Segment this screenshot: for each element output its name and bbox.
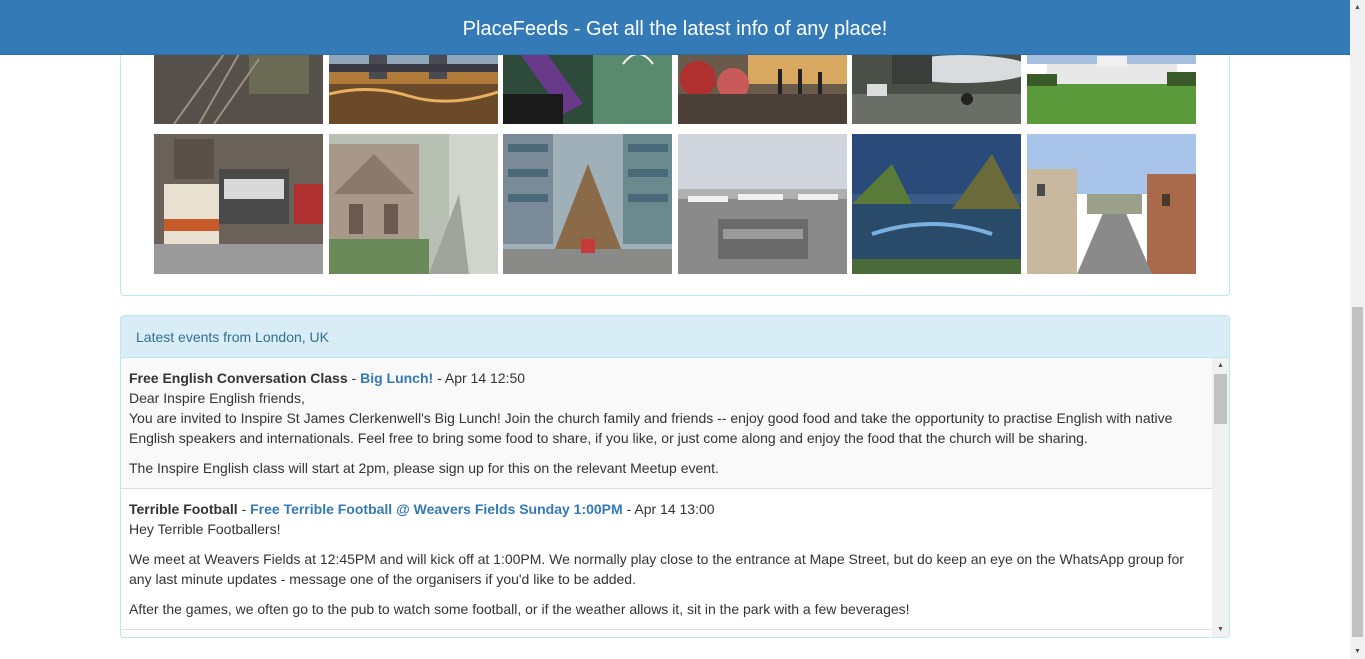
- photo-pond-trees[interactable]: [852, 134, 1021, 274]
- event-item: Free English Conversation Class - Big Lu…: [121, 358, 1213, 489]
- events-list: Free English Conversation Class - Big Lu…: [121, 358, 1213, 637]
- event-text: Dear Inspire English friends,: [129, 390, 305, 406]
- photo-boat-shelter[interactable]: [503, 134, 672, 274]
- event-time: Apr 14 13:00: [634, 501, 715, 517]
- scroll-up-arrow-icon[interactable]: ▲: [1212, 358, 1229, 374]
- app-header: PlaceFeeds - Get all the latest info of …: [0, 0, 1350, 55]
- events-heading: Latest events from London, UK: [121, 316, 1229, 358]
- app-title: PlaceFeeds - Get all the latest info of …: [462, 18, 888, 40]
- event-link[interactable]: Big Lunch!: [360, 370, 433, 386]
- separator: -: [347, 370, 361, 386]
- event-group-name: Terrible Football: [129, 501, 238, 517]
- page-scroll-up-icon[interactable]: ▲: [1350, 0, 1365, 15]
- photo-panel: [120, 0, 1230, 296]
- event-header: Free English Conversation Class - Big Lu…: [129, 368, 1205, 388]
- event-text: Hey Terrible Footballers!: [129, 521, 281, 537]
- scroll-down-arrow-icon[interactable]: ▼: [1212, 622, 1229, 637]
- page-scroll-thumb[interactable]: [1352, 307, 1363, 637]
- events-scroll-thumb[interactable]: [1214, 374, 1227, 424]
- separator: -: [237, 501, 251, 517]
- event-group-name: Free English Conversation Class: [129, 370, 348, 386]
- separator: -: [433, 370, 445, 386]
- event-time: Apr 14 12:50: [444, 370, 526, 386]
- photo-airport-view[interactable]: [678, 134, 847, 274]
- event-link[interactable]: Free Terrible Football @ Weavers Fields …: [250, 501, 623, 517]
- events-scrollbar[interactable]: ▲ ▼: [1212, 358, 1229, 637]
- page-scrollbar[interactable]: ▲ ▼: [1350, 0, 1365, 659]
- event-text: We meet at Weavers Fields at 12:45PM and…: [129, 551, 1184, 587]
- event-text: You are invited to Inspire St James Cler…: [129, 410, 1173, 446]
- page-scroll-down-icon[interactable]: ▼: [1350, 644, 1365, 659]
- photo-model-buses[interactable]: [154, 134, 323, 274]
- photo-church-street[interactable]: [329, 134, 498, 274]
- event-text: The Inspire English class will start at …: [129, 460, 719, 476]
- event-text: After the games, we often go to the pub …: [129, 601, 910, 617]
- event-item: Terrible Football - Free Terrible Footba…: [121, 489, 1213, 630]
- separator: -: [622, 501, 635, 517]
- photo-street-view[interactable]: [1027, 134, 1196, 274]
- events-panel: Latest events from London, UK Free Engli…: [120, 315, 1230, 638]
- event-header: Terrible Football - Free Terrible Footba…: [129, 499, 1205, 519]
